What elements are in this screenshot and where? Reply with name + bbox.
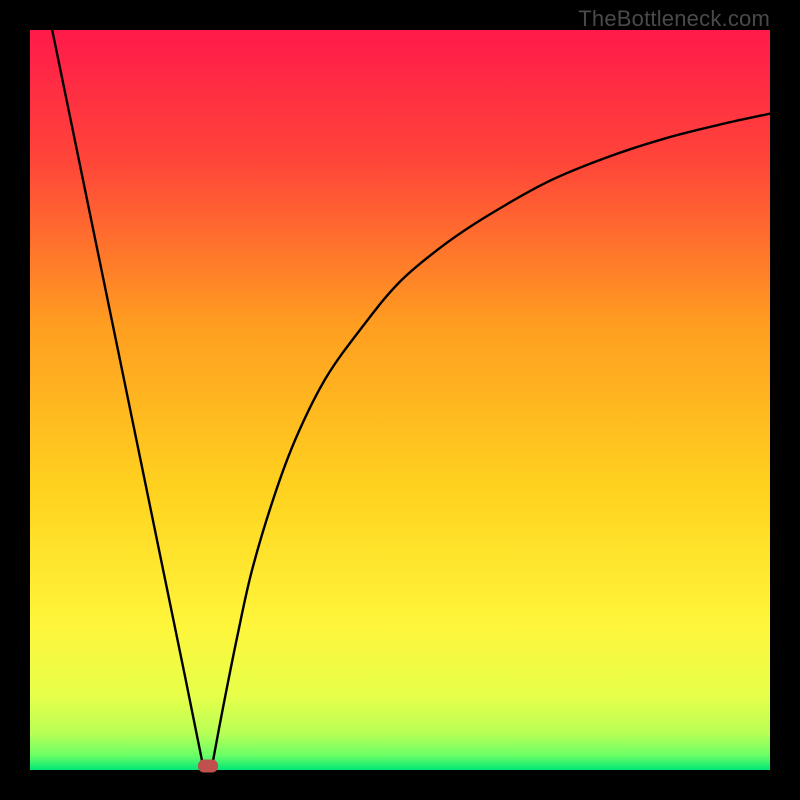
chart-frame [30, 30, 770, 770]
watermark-text: TheBottleneck.com [578, 6, 770, 32]
bottleneck-marker [198, 760, 218, 773]
chart-svg [30, 30, 770, 770]
